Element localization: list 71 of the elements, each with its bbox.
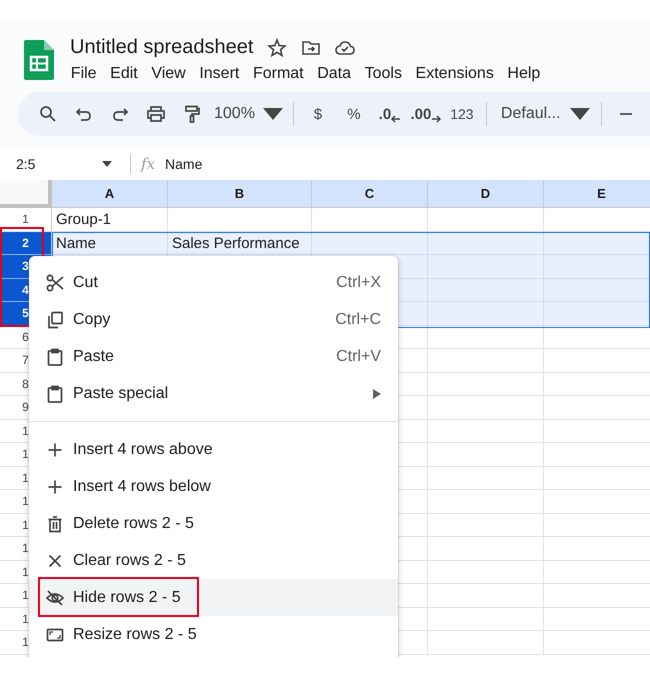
select-all-corner[interactable]: [0, 180, 52, 208]
scissors-icon: [45, 272, 65, 292]
shortcut-text: Ctrl+X: [336, 274, 381, 292]
empty-cell[interactable]: [428, 514, 544, 537]
shortcut-text: Ctrl+C: [335, 310, 381, 328]
empty-cell[interactable]: [312, 208, 428, 232]
menu-item[interactable]: Format: [246, 63, 310, 85]
font-select[interactable]: Defaul...: [492, 105, 565, 123]
shortcut-text: Ctrl+V: [336, 348, 381, 366]
column-header[interactable]: C: [312, 180, 428, 208]
empty-cell[interactable]: [428, 560, 544, 584]
empty-cell[interactable]: [428, 443, 544, 466]
empty-cell[interactable]: [428, 396, 544, 420]
empty-cell[interactable]: [428, 584, 544, 608]
star-icon[interactable]: [267, 38, 288, 58]
menu-item[interactable]: File: [64, 63, 104, 85]
menu-item[interactable]: Tools: [358, 63, 409, 85]
menu-item[interactable]: Insert: [192, 63, 246, 85]
option-label: Copy: [73, 310, 112, 328]
number-format-button[interactable]: 123: [444, 98, 480, 130]
copy-icon: [45, 310, 65, 330]
menu-item[interactable]: Data: [310, 63, 358, 85]
clipboard-icon: [45, 384, 65, 404]
percent-button[interactable]: %: [336, 98, 372, 130]
sheets-logo-icon[interactable]: [24, 40, 54, 80]
option-label: Cut: [73, 274, 99, 292]
eye-off-icon: [45, 588, 65, 608]
column-header[interactable]: A: [52, 180, 168, 208]
empty-cell[interactable]: [428, 631, 544, 654]
empty-cell[interactable]: [428, 490, 544, 514]
empty-cell[interactable]: [428, 326, 544, 349]
empty-cell[interactable]: [428, 466, 544, 490]
increase-decimal-button[interactable]: .00: [408, 98, 444, 130]
menu-option[interactable]: Hide rows 2 - 5: [29, 579, 398, 616]
caret-icon: [102, 161, 112, 167]
menu-item[interactable]: Extensions: [408, 63, 501, 85]
option-label: Insert 4 rows below: [73, 478, 212, 496]
function-label: fx: [141, 155, 156, 173]
column-header[interactable]: E: [544, 180, 650, 208]
option-label: Paste: [73, 348, 115, 366]
option-label: Hide rows 2 - 5: [73, 588, 182, 606]
empty-cell[interactable]: [168, 208, 312, 232]
option-label: Delete rows 2 - 5: [73, 514, 195, 532]
option-label: Insert 4 rows above: [73, 440, 214, 458]
table-cell[interactable]: Group-1: [52, 208, 168, 232]
zoom-select[interactable]: 100%: [210, 98, 259, 130]
column-header[interactable]: D: [428, 180, 544, 208]
name-box[interactable]: 2:5: [0, 156, 120, 172]
table-cell[interactable]: Sales Performance: [168, 232, 312, 255]
option-label: Paste special: [73, 384, 170, 402]
left-arrow-icon: [391, 114, 402, 124]
menu-item[interactable]: Help: [500, 63, 548, 85]
menu-item[interactable]: View: [144, 63, 193, 85]
empty-cell[interactable]: [428, 420, 544, 443]
currency-button[interactable]: $: [300, 98, 336, 130]
decrease-decimal-button[interactable]: .0: [372, 98, 408, 130]
right-arrow-icon: [431, 114, 442, 124]
row-header[interactable]: 1: [0, 208, 52, 232]
empty-cell[interactable]: [428, 349, 544, 372]
formula-field[interactable]: Name: [165, 156, 202, 172]
option-label: Resize rows 2 - 5: [73, 626, 198, 644]
empty-cell[interactable]: [428, 537, 544, 560]
column-header[interactable]: B: [168, 180, 312, 208]
menu-item[interactable]: Edit: [103, 63, 145, 85]
empty-cell[interactable]: [428, 608, 544, 631]
document-title[interactable]: Untitled spreadsheet: [70, 36, 254, 59]
clipboard-icon: [45, 346, 65, 366]
empty-cell[interactable]: [428, 372, 544, 396]
option-label: Clear rows 2 - 5: [73, 552, 187, 570]
table-cell[interactable]: Name: [52, 232, 168, 255]
empty-cell[interactable]: [428, 208, 544, 232]
